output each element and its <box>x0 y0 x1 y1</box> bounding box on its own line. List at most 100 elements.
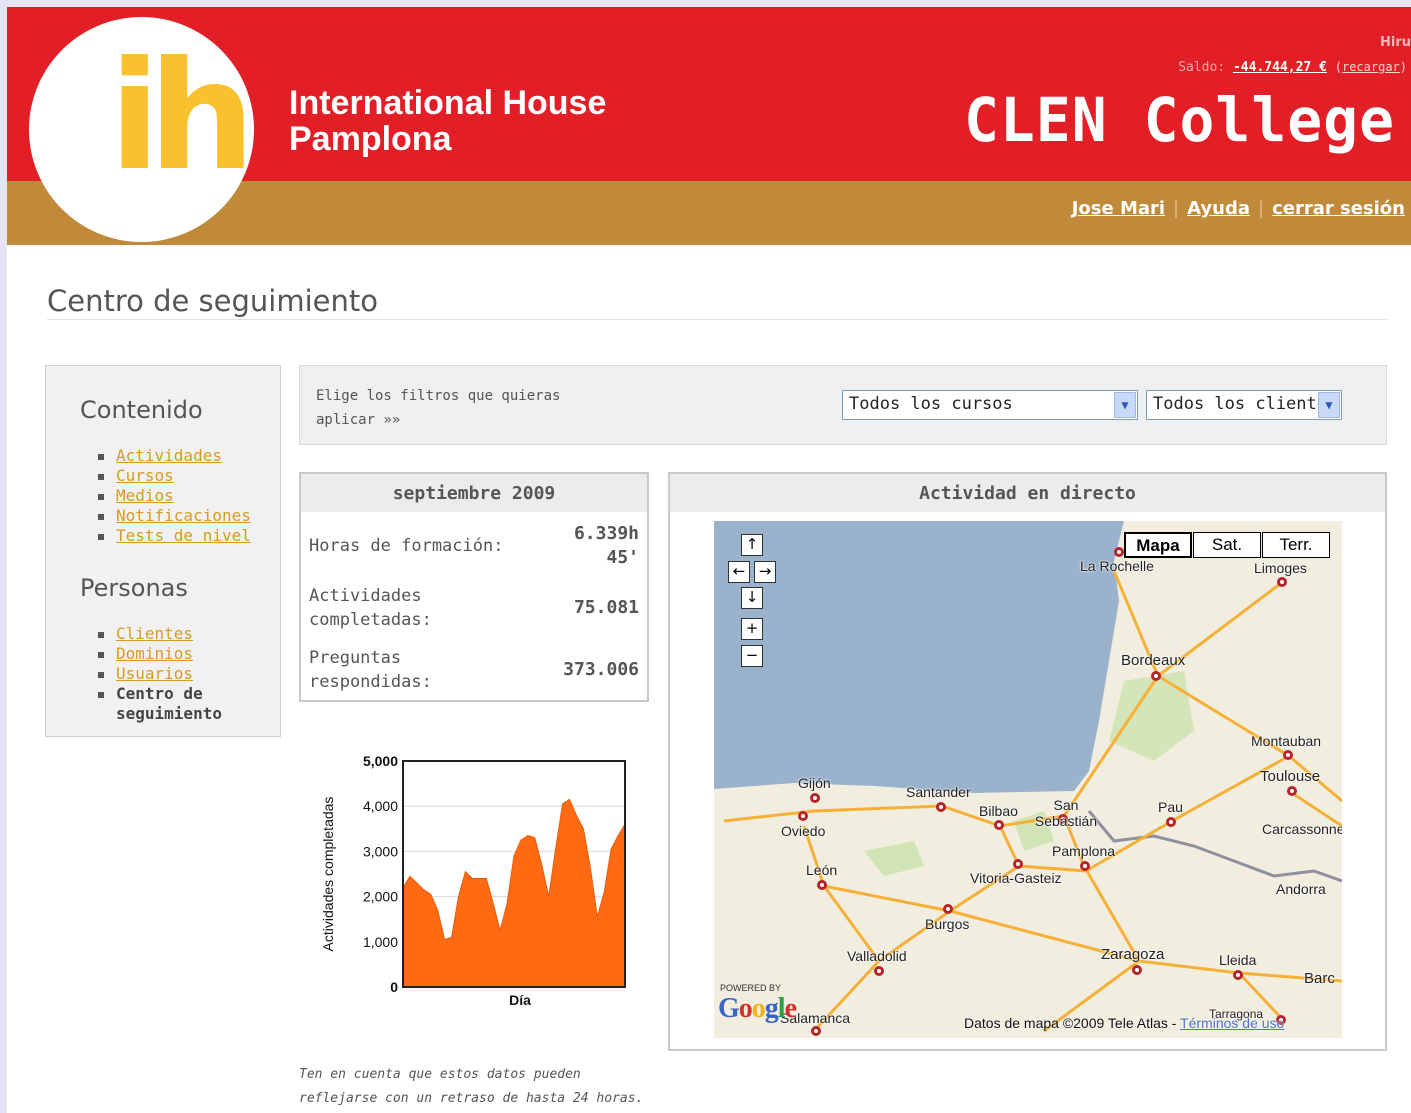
city-label: Bilbao <box>979 803 1018 819</box>
stat-row-questions: Preguntas respondidas: 373.006 <box>309 646 639 698</box>
hours-value: 6.339h <box>573 523 639 544</box>
stats-heading: septiembre 2009 <box>301 474 647 512</box>
balance-amount[interactable]: -44.744,27 € <box>1233 60 1327 75</box>
list-item: Cursos <box>98 466 251 486</box>
city-label: Burgos <box>925 916 970 932</box>
chevron-down-icon[interactable]: ▼ <box>1318 392 1340 418</box>
map-pin[interactable] <box>811 1026 821 1036</box>
map-attribution: Datos de mapa ©2009 Tele Atlas - Término… <box>964 1015 1284 1031</box>
map-forest <box>864 841 924 876</box>
terms-link[interactable]: Términos de uso <box>1180 1015 1284 1031</box>
map-type-map-button[interactable]: Mapa <box>1124 532 1192 558</box>
map-type-satellite-button[interactable]: Sat. <box>1193 532 1261 558</box>
map-pin[interactable] <box>936 802 946 812</box>
map-pin[interactable] <box>1277 577 1287 587</box>
sidebar-item-notificaciones[interactable]: Notificaciones <box>116 506 251 525</box>
page-title: Centro de seguimiento <box>47 284 378 318</box>
sidebar: Contenido Actividades Cursos Medios Noti… <box>45 365 281 737</box>
sidebar-item-centro-de-seguimiento: Centro de seguimiento <box>116 684 222 723</box>
user-link[interactable]: Jose Mari <box>1072 198 1165 219</box>
list-item: Usuarios <box>98 664 228 684</box>
chart-svg: 0 1,000 2,000 3,000 4,000 5,000 Día Actividades… <box>320 753 626 1008</box>
list-item: Tests de nivel <box>98 526 251 546</box>
map-pin[interactable] <box>1080 861 1090 871</box>
pan-left-button[interactable]: ← <box>728 561 750 583</box>
google-logo[interactable]: Google <box>718 993 797 1025</box>
city-label: Santander <box>906 784 971 800</box>
chevron-down-icon[interactable]: ▼ <box>1114 392 1136 418</box>
map-pin[interactable] <box>1151 671 1161 681</box>
org-name-line2: Pamplona <box>289 120 452 158</box>
chart-tick-label: 1,000 <box>363 934 398 950</box>
minutes-value: 45' <box>606 547 639 568</box>
city-label: Oviedo <box>781 823 826 839</box>
pan-up-button[interactable]: ↑ <box>741 534 763 556</box>
questions-value: 373.006 <box>563 659 639 680</box>
logout-link[interactable]: cerrar sesión <box>1272 198 1405 219</box>
user-links: Jose Mari | Ayuda | cerrar sesión <box>1071 198 1405 219</box>
city-label: León <box>806 862 838 878</box>
help-link[interactable]: Ayuda <box>1187 198 1250 219</box>
activities-value: 75.081 <box>573 597 639 618</box>
chart-tick-label: 3,000 <box>363 843 398 859</box>
map-pin[interactable] <box>1114 547 1124 557</box>
stat-row-activities: Actividades completadas: 75.081 <box>309 584 639 636</box>
map-pin[interactable] <box>1013 859 1023 869</box>
map-pin[interactable] <box>1233 970 1243 980</box>
city-label: Vitoria-Gasteiz <box>970 870 1062 886</box>
list-item: Dominios <box>98 644 228 664</box>
city-label: Carcassonne <box>1262 821 1342 837</box>
map-pin[interactable] <box>994 820 1004 830</box>
filter-bar: Elige los filtros que quieras aplicar »»… <box>299 365 1387 445</box>
map-pin[interactable] <box>810 793 820 803</box>
sidebar-item-tests-de-nivel[interactable]: Tests de nivel <box>116 526 251 545</box>
map-pin[interactable] <box>798 811 808 821</box>
sidebar-item-medios[interactable]: Medios <box>116 486 174 505</box>
sidebar-item-clientes[interactable]: Clientes <box>116 624 193 643</box>
note-line-1: Ten en cuenta que estos datos pueden <box>299 1067 581 1082</box>
sidebar-item-actividades[interactable]: Actividades <box>116 446 222 465</box>
powered-by-label: POWERED BY <box>720 983 782 993</box>
list-item: Clientes <box>98 624 228 644</box>
recharge-link[interactable]: recargar <box>1342 60 1400 74</box>
pan-right-button[interactable]: → <box>754 561 776 583</box>
map-pin[interactable] <box>1166 817 1176 827</box>
sidebar-heading-people: Personas <box>80 574 188 602</box>
map-pin[interactable] <box>1132 965 1142 975</box>
course-select-value: Todos los cursos <box>849 394 1013 414</box>
sidebar-item-cursos[interactable]: Cursos <box>116 466 174 485</box>
map-pin[interactable] <box>1283 750 1293 760</box>
map-canvas[interactable]: ↑ ← → ↓ + − Mapa Sat. Terr. La Rochelle … <box>714 521 1342 1038</box>
zoom-in-button[interactable]: + <box>741 618 763 640</box>
questions-label-2: respondidas: <box>309 672 432 692</box>
content-menu: Actividades Cursos Medios Notificaciones… <box>98 446 251 546</box>
city-label: Toulouse <box>1260 768 1321 785</box>
sidebar-item-usuarios[interactable]: Usuarios <box>116 664 193 683</box>
city-label: Gijón <box>798 775 831 791</box>
map-pin[interactable] <box>874 966 884 976</box>
chart-tick-label: 5,000 <box>363 753 398 769</box>
client-select[interactable]: Todos los clientes ▼ <box>1146 390 1342 420</box>
organization-name: International House Pamplona <box>289 85 606 157</box>
map-type-terrain-button[interactable]: Terr. <box>1262 532 1330 558</box>
chart-ylabel: Actividades completadas <box>320 797 336 952</box>
city-label: Bordeaux <box>1121 652 1186 669</box>
people-menu: Clientes Dominios Usuarios Centro de seg… <box>98 624 228 724</box>
balance: Saldo: -44.744,27 € (recargar) <box>1178 60 1407 75</box>
city-label: Barc <box>1304 970 1335 987</box>
sidebar-item-dominios[interactable]: Dominios <box>116 644 193 663</box>
pan-down-button[interactable]: ↓ <box>741 587 763 609</box>
city-label: Limoges <box>1254 560 1307 576</box>
map-pin[interactable] <box>1287 786 1297 796</box>
note-line-2: reflejarse con un retraso de hasta 24 ho… <box>299 1091 644 1106</box>
activities-chart: 0 1,000 2,000 3,000 4,000 5,000 Día Actividades… <box>307 737 637 1017</box>
attribution-text: Datos de mapa ©2009 Tele Atlas - <box>964 1015 1181 1031</box>
course-select[interactable]: Todos los cursos ▼ <box>842 390 1138 420</box>
chart-tick-label: 2,000 <box>363 889 398 905</box>
live-activity-panel: Actividad en directo ↑ ← → ↓ + − Mapa Sa… <box>668 472 1387 1051</box>
map-pin[interactable] <box>817 880 827 890</box>
zoom-out-button[interactable]: − <box>741 645 763 667</box>
activities-label-1: Actividades <box>309 586 422 606</box>
city-label: Montauban <box>1251 733 1322 749</box>
map-pin[interactable] <box>943 904 953 914</box>
